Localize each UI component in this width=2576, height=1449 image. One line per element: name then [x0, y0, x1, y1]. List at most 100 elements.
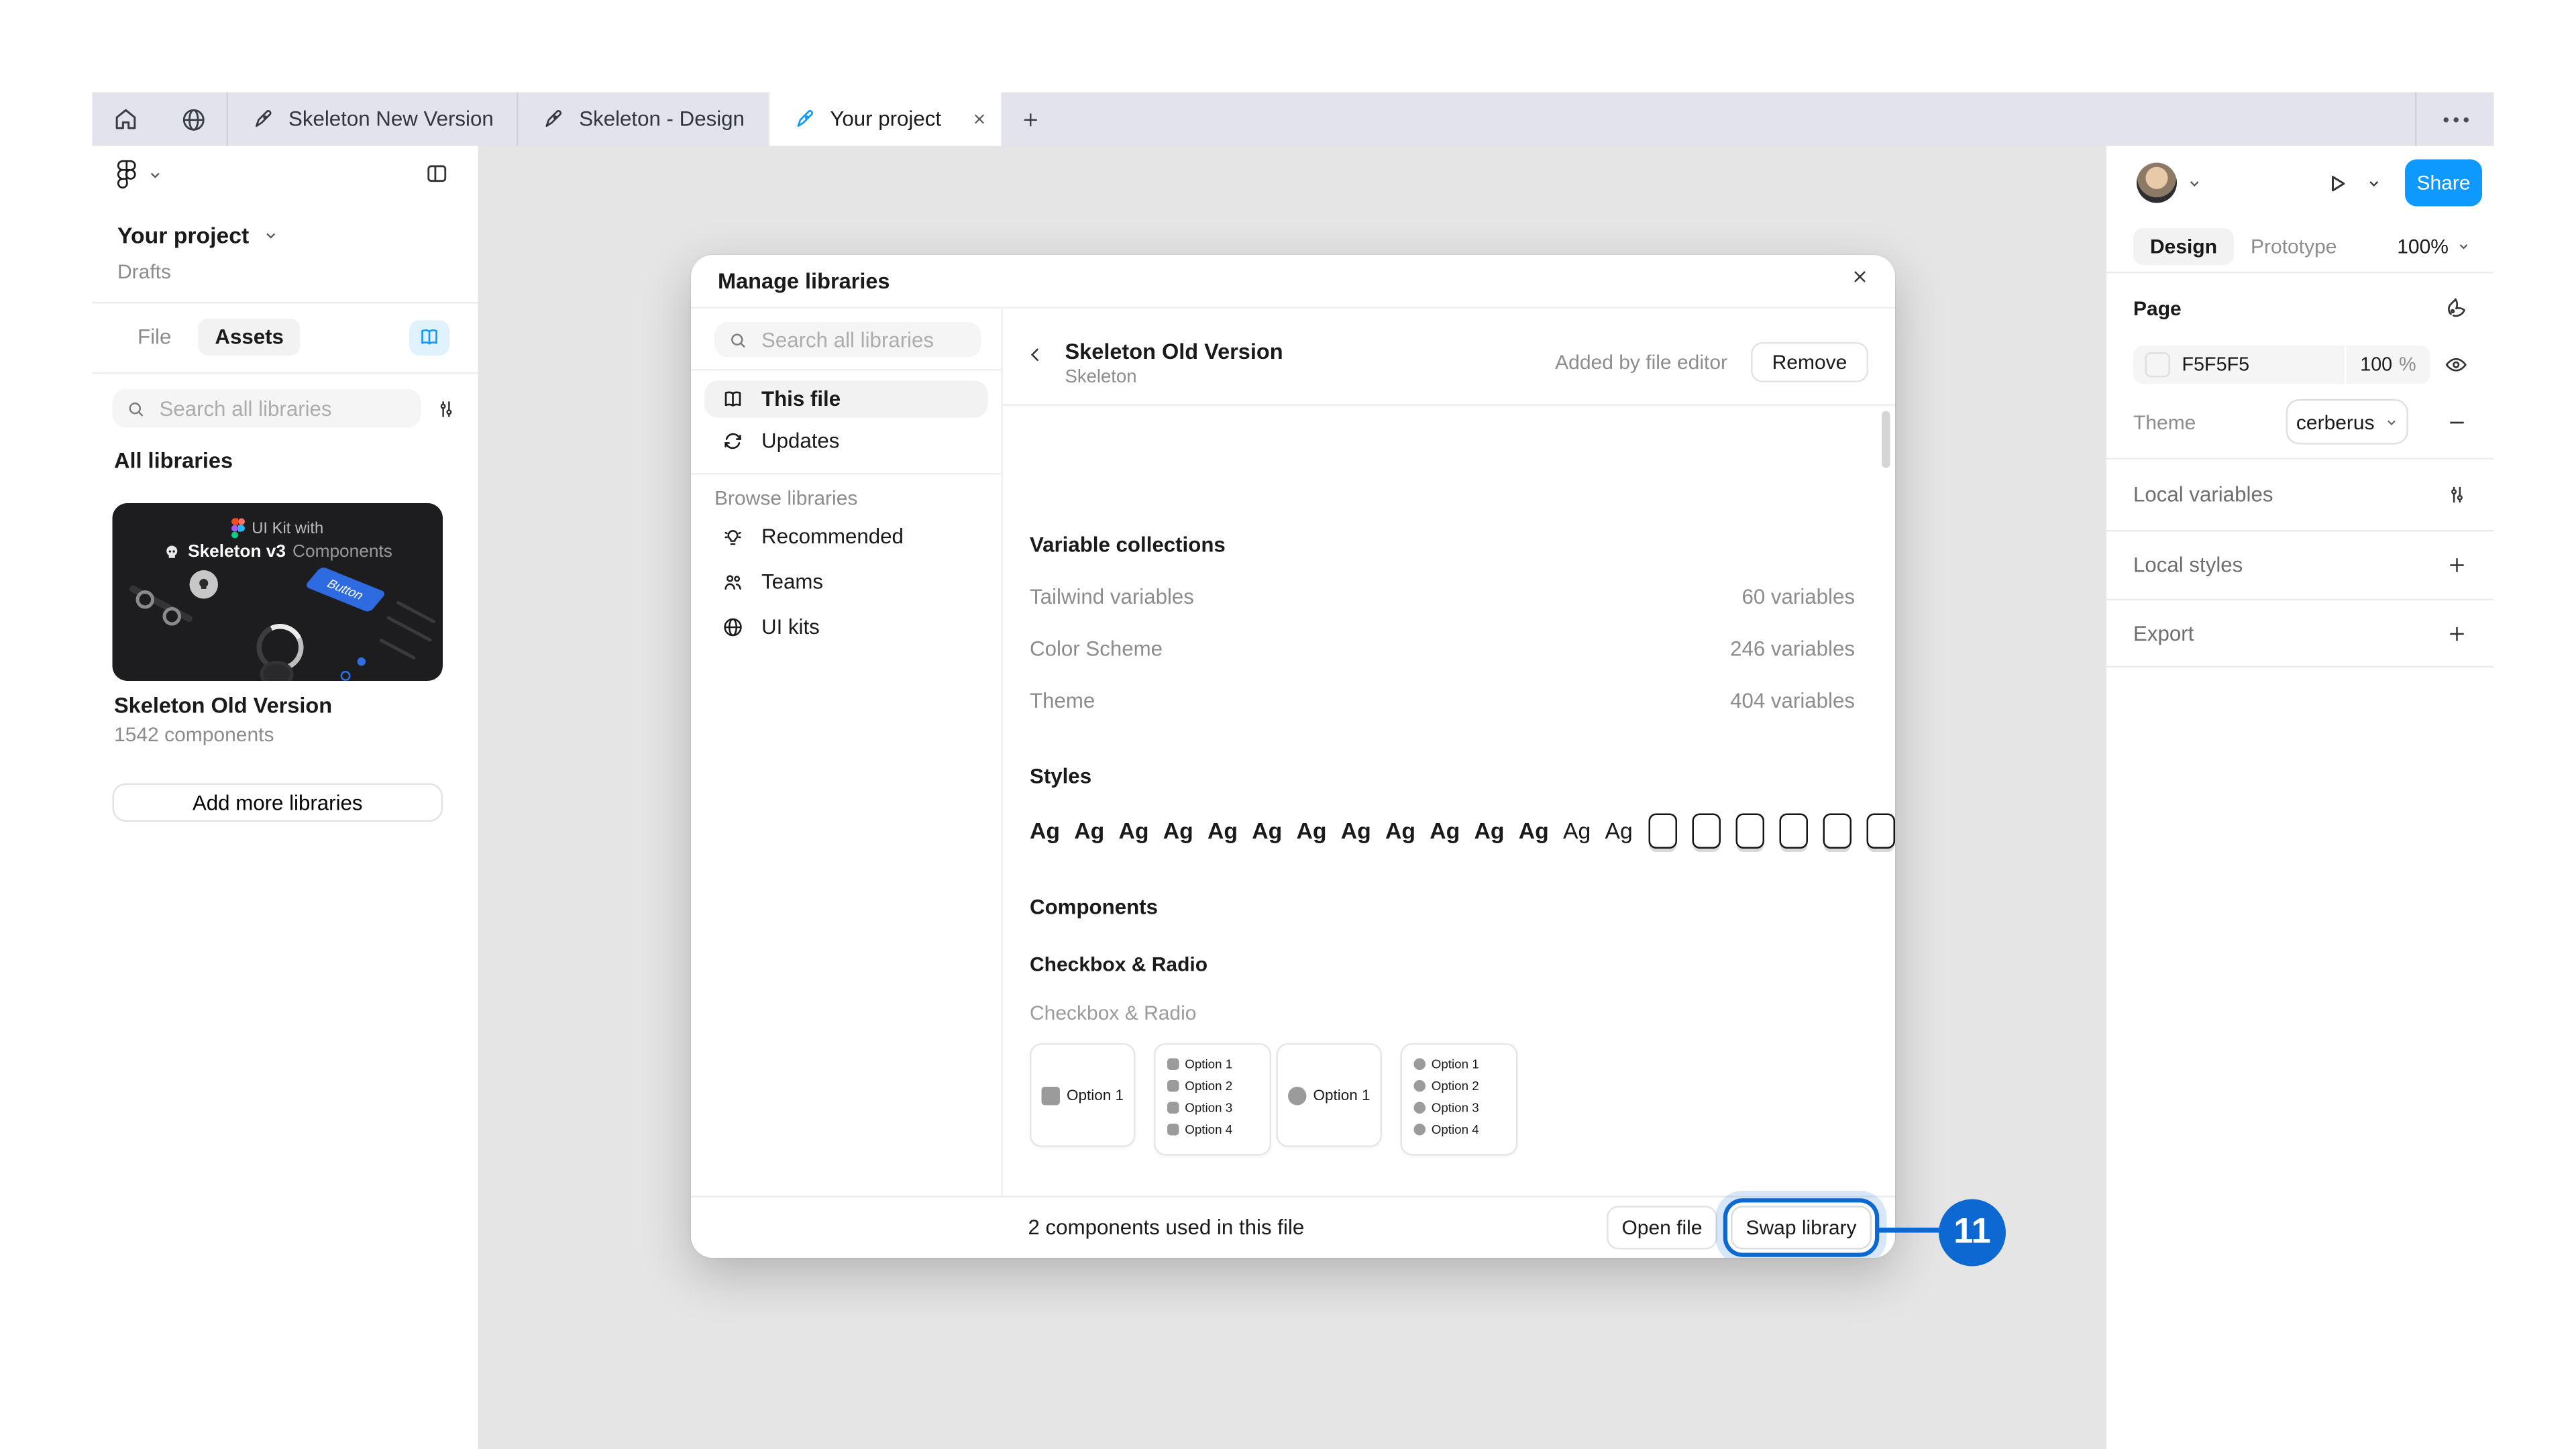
- canvas[interactable]: Manage libraries: [478, 146, 2107, 1449]
- radio-icon: [1288, 1086, 1307, 1105]
- chevron-down-icon[interactable]: [2367, 175, 2382, 191]
- play-icon[interactable]: [2324, 170, 2350, 196]
- right-sidebar: Share Design Prototype 100% Page: [2106, 146, 2494, 1449]
- minus-icon[interactable]: [2445, 410, 2469, 433]
- sliders-icon[interactable]: [2445, 483, 2469, 506]
- text-style-preview: Ag: [1163, 818, 1193, 844]
- figma-app: Skeleton New Version Skeleton - Design Y…: [0, 0, 2576, 1449]
- grid-style-swatch: [1866, 814, 1894, 849]
- avatar[interactable]: [2137, 163, 2177, 203]
- page-opacity-field[interactable]: 100 %: [2347, 345, 2430, 384]
- pages-icon[interactable]: [2444, 295, 2469, 321]
- filter-icon[interactable]: [435, 396, 458, 420]
- option-label: Option 4: [1185, 1122, 1232, 1138]
- section-export[interactable]: Export: [2106, 600, 2494, 667]
- text-style-preview: Ag: [1297, 818, 1327, 844]
- main-menu-button[interactable]: [116, 160, 163, 192]
- more-menu-button[interactable]: [2415, 93, 2494, 146]
- page-color-field[interactable]: F5F5F5: [2133, 345, 2345, 384]
- theme-select[interactable]: cerberus: [2286, 399, 2409, 445]
- zoom-control[interactable]: 100%: [2397, 234, 2470, 258]
- radio-option: Option 1: [1414, 1053, 1517, 1075]
- styles-header: Styles: [1030, 765, 1091, 788]
- tab-prototype[interactable]: Prototype: [2234, 227, 2353, 264]
- library-subtitle: Skeleton: [1065, 368, 1137, 388]
- modal-search-input[interactable]: [758, 326, 968, 353]
- color-swatch[interactable]: [2145, 352, 2171, 378]
- search-input[interactable]: [156, 395, 408, 422]
- tab-design[interactable]: Design: [2133, 227, 2234, 264]
- tab-skeleton-new-version[interactable]: Skeleton New Version: [227, 93, 517, 146]
- open-file-button[interactable]: Open file: [1607, 1206, 1717, 1250]
- eye-icon[interactable]: [2444, 352, 2469, 378]
- project-subtitle: Drafts: [117, 260, 171, 284]
- share-button[interactable]: Share: [2405, 160, 2482, 207]
- divider: [691, 473, 1002, 475]
- manage-libraries-modal: Manage libraries: [691, 255, 1895, 1258]
- detail-scroll-area[interactable]: Variable collections Tailwind variables …: [1003, 405, 1895, 1195]
- modal-nav: This file Updates Browse libraries: [691, 309, 1003, 1199]
- plus-icon[interactable]: [2445, 621, 2469, 645]
- nav-item-ui-kits[interactable]: UI kits: [704, 609, 988, 646]
- section-local-styles[interactable]: Local styles: [2106, 532, 2494, 601]
- library-meta: 1542 components: [114, 723, 274, 747]
- theme-row: Theme cerberus: [2133, 401, 2469, 443]
- thumbnail-art: [358, 657, 366, 666]
- libraries-button[interactable]: [409, 319, 449, 355]
- browse-community-button[interactable]: [160, 93, 227, 146]
- nav-item-recommended[interactable]: Recommended: [704, 519, 988, 555]
- nav-item-teams[interactable]: Teams: [704, 564, 988, 600]
- tab-file[interactable]: File: [121, 319, 188, 356]
- close-icon[interactable]: [1850, 267, 1870, 287]
- chevron-down-icon: [148, 168, 163, 183]
- text-style-preview: Ag: [1341, 818, 1371, 844]
- add-libraries-button[interactable]: Add more libraries: [113, 784, 443, 822]
- sidebar-search[interactable]: [113, 389, 421, 428]
- uikits-globe-icon: [721, 616, 745, 639]
- panel-toggle-icon[interactable]: [425, 161, 450, 186]
- components-header: Components: [1030, 896, 1158, 919]
- modal-scrollbar[interactable]: [1882, 411, 1890, 468]
- chevron-down-icon: [262, 228, 278, 244]
- file-pen-icon: [542, 107, 566, 131]
- tab-assets[interactable]: Assets: [198, 319, 301, 356]
- project-title[interactable]: Your project: [117, 223, 278, 249]
- text-style-preview: Ag: [1252, 818, 1282, 844]
- modal-search[interactable]: [714, 322, 981, 358]
- tab-your-project[interactable]: Your project: [768, 93, 1002, 146]
- swap-library-button[interactable]: Swap library: [1731, 1206, 1872, 1250]
- variable-row: Tailwind variables 60 variables: [1030, 586, 1855, 609]
- nav-item-updates[interactable]: Updates: [704, 423, 988, 460]
- plus-icon[interactable]: [2445, 553, 2469, 577]
- remove-button[interactable]: Remove: [1751, 342, 1868, 382]
- globe-icon: [178, 105, 207, 133]
- grid-style-swatch: [1778, 814, 1807, 849]
- grid-style-swatch: [1691, 814, 1720, 849]
- nav-item-this-file[interactable]: This file: [704, 381, 988, 418]
- divider: [93, 372, 478, 374]
- section-local-variables[interactable]: Local variables: [2106, 460, 2494, 532]
- checkbox-icon: [1167, 1080, 1179, 1092]
- radio-option: Option 3: [1414, 1097, 1517, 1119]
- home-icon: [113, 106, 140, 133]
- component-card-radio-single[interactable]: Option 1: [1277, 1043, 1383, 1147]
- component-card-checkbox-list[interactable]: Option 1Option 2Option 3Option 4: [1154, 1043, 1271, 1156]
- library-thumbnail[interactable]: UI Kit with Skeleton v3 Components: [113, 503, 443, 681]
- chevron-down-icon[interactable]: [2187, 175, 2202, 191]
- library-name[interactable]: Skeleton Old Version: [114, 693, 332, 718]
- component-card-radio-list[interactable]: Option 1Option 2Option 3Option 4: [1401, 1043, 1518, 1156]
- back-icon[interactable]: [1026, 345, 1045, 364]
- usage-summary: 2 components used in this file: [1028, 1216, 1305, 1240]
- checkbox-icon: [1167, 1102, 1179, 1114]
- radio-icon: [1414, 1080, 1426, 1092]
- topbar-spacer: [1059, 93, 2415, 146]
- close-tab-icon[interactable]: [971, 111, 988, 127]
- added-by-label: Added by file editor: [1555, 351, 1727, 374]
- home-button[interactable]: [93, 93, 160, 146]
- book-icon: [721, 388, 745, 411]
- component-card-checkbox-single[interactable]: Option 1: [1030, 1043, 1136, 1147]
- variable-collections-header: Variable collections: [1030, 533, 1226, 557]
- tab-skeleton-design[interactable]: Skeleton - Design: [517, 93, 768, 146]
- new-tab-button[interactable]: [1002, 93, 1059, 146]
- library-detail-panel: Skeleton Old Version Skeleton Added by f…: [1003, 309, 1895, 1199]
